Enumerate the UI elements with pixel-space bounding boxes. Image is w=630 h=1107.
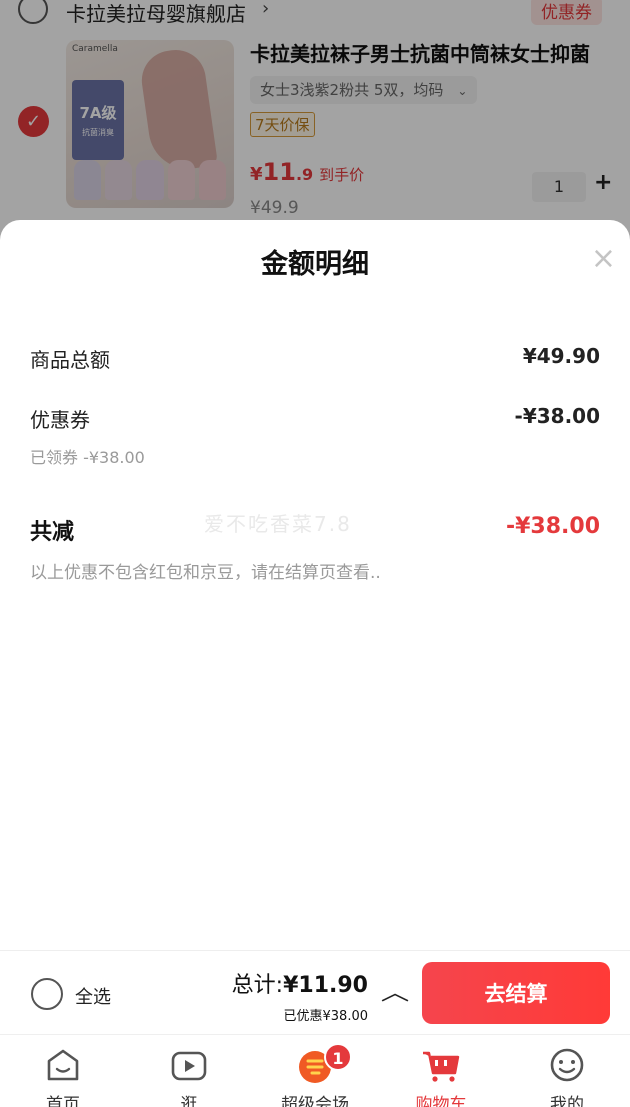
select-all-label[interactable]: 全选 (75, 983, 111, 1009)
total-summary: 总计:¥11.90 (232, 967, 368, 999)
coupon-claimed-note: 已领券 -¥38.00 (30, 448, 145, 467)
tab-profile[interactable]: 我的 (504, 1035, 630, 1107)
checkout-button[interactable]: 去结算 (422, 962, 610, 1024)
bottom-tab-bar: 首页 逛 1 超级会场 购物车 我的 (0, 1034, 630, 1107)
total-discount-value: -¥38.00 (505, 514, 600, 539)
tab-label: 逛 (180, 1095, 198, 1107)
tab-label: 首页 (46, 1095, 80, 1107)
total-prefix: 总计: (231, 973, 284, 998)
tab-label: 购物车 (415, 1095, 467, 1107)
tab-super-venue[interactable]: 1 超级会场 (252, 1035, 378, 1107)
home-icon (47, 1049, 79, 1081)
tab-cart[interactable]: 购物车 (378, 1035, 504, 1107)
coupon-label: 优惠券 (30, 408, 90, 432)
coupon-value: -¥38.00 (514, 404, 600, 428)
video-icon (171, 1051, 207, 1081)
checkout-bar: 全选 总计:¥11.90 已优惠¥38.00 ︿ 去结算 (0, 950, 630, 1034)
select-all-radio[interactable] (31, 978, 63, 1010)
total-amount: ¥11.90 (283, 973, 368, 998)
chevron-up-icon[interactable]: ︿ (381, 975, 410, 1007)
cart-icon (423, 1051, 460, 1082)
modal-backdrop[interactable] (0, 0, 630, 240)
tab-label: 超级会场 (281, 1095, 349, 1107)
goods-total-label: 商品总额 (30, 348, 110, 372)
sheet-title: 金额明细 (261, 249, 369, 280)
total-discount-label: 共减 (30, 520, 75, 545)
tab-explore[interactable]: 逛 (126, 1035, 252, 1107)
goods-total-value: ¥49.90 (522, 344, 600, 368)
profile-icon (550, 1048, 584, 1082)
tab-home[interactable]: 首页 (0, 1035, 126, 1107)
watermark: 爱不吃香菜7.8 (204, 512, 352, 536)
saved-amount: 已优惠¥38.00 (283, 1009, 369, 1024)
notification-badge: 1 (324, 1043, 352, 1071)
tab-label: 我的 (550, 1095, 584, 1107)
close-icon[interactable]: × (591, 244, 616, 274)
discount-note: 以上优惠不包含红包和京豆，请在结算页查看.. (30, 563, 381, 583)
